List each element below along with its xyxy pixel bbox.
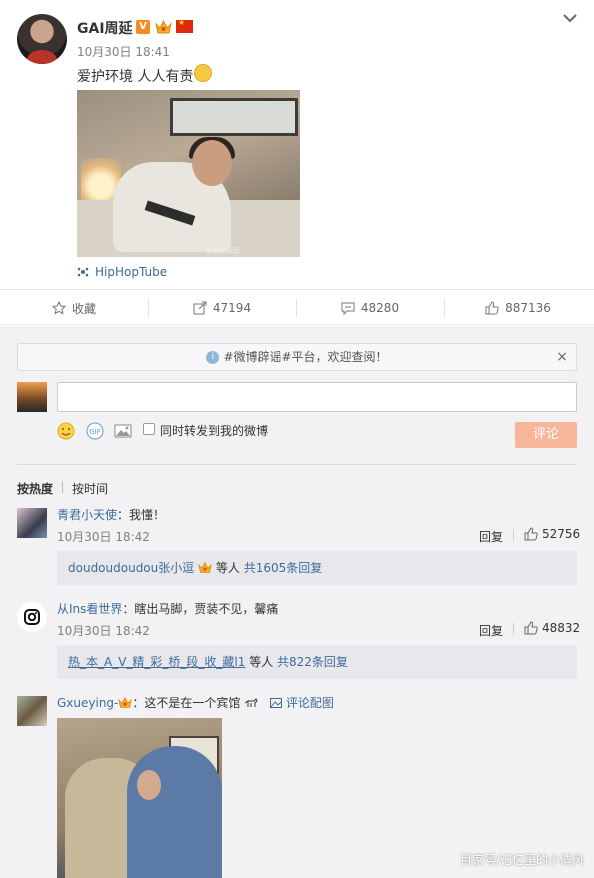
sub-reply-count[interactable]: 共1605条回复: [244, 561, 323, 575]
commenter-name[interactable]: Gxueying-: [57, 696, 118, 710]
sub-reply-author[interactable]: doudoudoudou张小逗: [68, 561, 194, 575]
reply-button[interactable]: 回复: [479, 622, 503, 639]
comment-like-button[interactable]: 48832: [524, 621, 580, 635]
comment-like-button[interactable]: 52756: [524, 527, 580, 541]
comment-icon: [341, 302, 355, 315]
image-watermark: @你的周延: [205, 247, 240, 255]
like-button[interactable]: 887136: [444, 290, 592, 326]
image-icon: [270, 698, 283, 708]
close-icon[interactable]: ×: [556, 344, 568, 370]
divider: [62, 481, 63, 493]
divider: [513, 623, 514, 635]
favorite-label: 收藏: [71, 301, 96, 316]
action-bar: 收藏 47194 48280 887136: [0, 289, 594, 325]
forward-icon: [193, 301, 207, 315]
sort-by-time[interactable]: 按时间: [72, 480, 108, 497]
emoji-icon[interactable]: [57, 422, 75, 440]
comment-text: ：瞎出马脚，贾装不见，馨痛: [122, 602, 279, 616]
post-image[interactable]: @你的周延: [77, 90, 300, 257]
forward-checkbox-label[interactable]: 同时转发到我的微博: [160, 422, 268, 439]
commenter-avatar[interactable]: [17, 602, 47, 632]
post-time[interactable]: 10月30日 18:41: [77, 43, 170, 60]
comment-text: ：这不是在一个宾馆: [132, 696, 241, 710]
horse-emoji-icon: [244, 698, 258, 707]
comment-time[interactable]: 10月30日 18:42: [57, 528, 150, 545]
forward-count: 47194: [212, 301, 252, 315]
rumor-notice-bar: i #微博辟谣#平台，欢迎查阅！ ×: [17, 343, 577, 371]
forward-button[interactable]: 47194: [148, 290, 296, 326]
sort-by-hot[interactable]: 按热度: [17, 480, 53, 497]
author-avatar[interactable]: [17, 14, 67, 64]
commenter-avatar[interactable]: [17, 508, 47, 538]
comment-like-count: 52756: [542, 527, 581, 541]
favorite-button[interactable]: 收藏: [0, 290, 148, 326]
crown-badge-icon: [155, 19, 172, 34]
sub-replies-box[interactable]: 热_本_A_V_精_彩_桥_段_收_藏l1 等人 共822条回复: [57, 645, 577, 679]
comment-body: 青君小天使：我懂！: [57, 506, 165, 523]
crown-badge-icon: [198, 561, 212, 573]
thumbs-up-icon: [524, 527, 538, 541]
comment-body: Gxueying- ：这不是在一个宾馆 评论配图: [57, 694, 334, 711]
post-text: 爱护环境 人人有责: [77, 69, 194, 85]
sub-reply-suffix: 等人: [245, 655, 278, 669]
submit-comment-button[interactable]: 评论: [515, 422, 577, 448]
image-upload-icon[interactable]: [114, 422, 132, 440]
source-link[interactable]: HipHopTube: [95, 265, 167, 279]
sub-reply-count[interactable]: 共822条回复: [277, 655, 348, 669]
crown-badge-icon: [118, 696, 133, 708]
source-app-icon: [77, 267, 89, 277]
info-icon: i: [206, 351, 220, 364]
comment-count: 48280: [360, 301, 400, 315]
comment-input[interactable]: [57, 382, 577, 412]
chevron-down-icon[interactable]: [562, 12, 578, 24]
divider: [17, 464, 577, 465]
star-icon: [51, 301, 66, 315]
verified-badge-icon: V: [136, 20, 150, 34]
commenter-avatar[interactable]: [17, 696, 47, 726]
notice-text[interactable]: #微博辟谣#平台，欢迎查阅！: [223, 350, 387, 364]
comment-image[interactable]: [57, 718, 222, 878]
comment-section: i #微博辟谣#平台，欢迎查阅！ × GIF 同时转发到我的微博 评论 按热度 按…: [0, 326, 594, 878]
author-name[interactable]: GAI周延: [77, 18, 133, 38]
thumbs-up-icon: [485, 301, 499, 315]
sub-replies-box[interactable]: doudoudoudou张小逗 等人 共1605条回复: [57, 551, 577, 585]
weibo-post: GAI周延 V 10月30日 18:41 爱护环境 人人有责 @你的周延 Hip…: [0, 0, 594, 289]
comment-time[interactable]: 10月30日 18:42: [57, 622, 150, 639]
china-flag-icon: [176, 18, 193, 33]
gif-icon[interactable]: GIF: [86, 422, 104, 440]
divider: [513, 529, 514, 541]
comment-body: 从Ins看世界：瞎出马脚，贾装不见，馨痛: [57, 600, 278, 617]
thinking-emoji-icon: [194, 64, 212, 82]
sub-reply-author[interactable]: 热_本_A_V_精_彩_桥_段_收_藏l1: [68, 655, 245, 669]
instagram-icon: [24, 609, 40, 625]
comment-text: ：我懂！: [117, 508, 166, 522]
sub-reply-suffix: 等人: [212, 561, 244, 575]
my-avatar[interactable]: [17, 382, 47, 412]
comment-button[interactable]: 48280: [296, 290, 444, 326]
commenter-name[interactable]: 从Ins看世界: [57, 602, 122, 616]
page-watermark: 百家号/记忆里的小清风: [459, 853, 584, 867]
svg-text:GIF: GIF: [89, 428, 101, 436]
comment-image-link[interactable]: 评论配图: [286, 696, 334, 710]
thumbs-up-icon: [524, 621, 538, 635]
reply-button[interactable]: 回复: [479, 528, 503, 545]
like-count: 887136: [505, 301, 551, 315]
comment-like-count: 48832: [542, 621, 581, 635]
commenter-name[interactable]: 青君小天使: [57, 508, 117, 522]
forward-checkbox[interactable]: [143, 423, 155, 435]
